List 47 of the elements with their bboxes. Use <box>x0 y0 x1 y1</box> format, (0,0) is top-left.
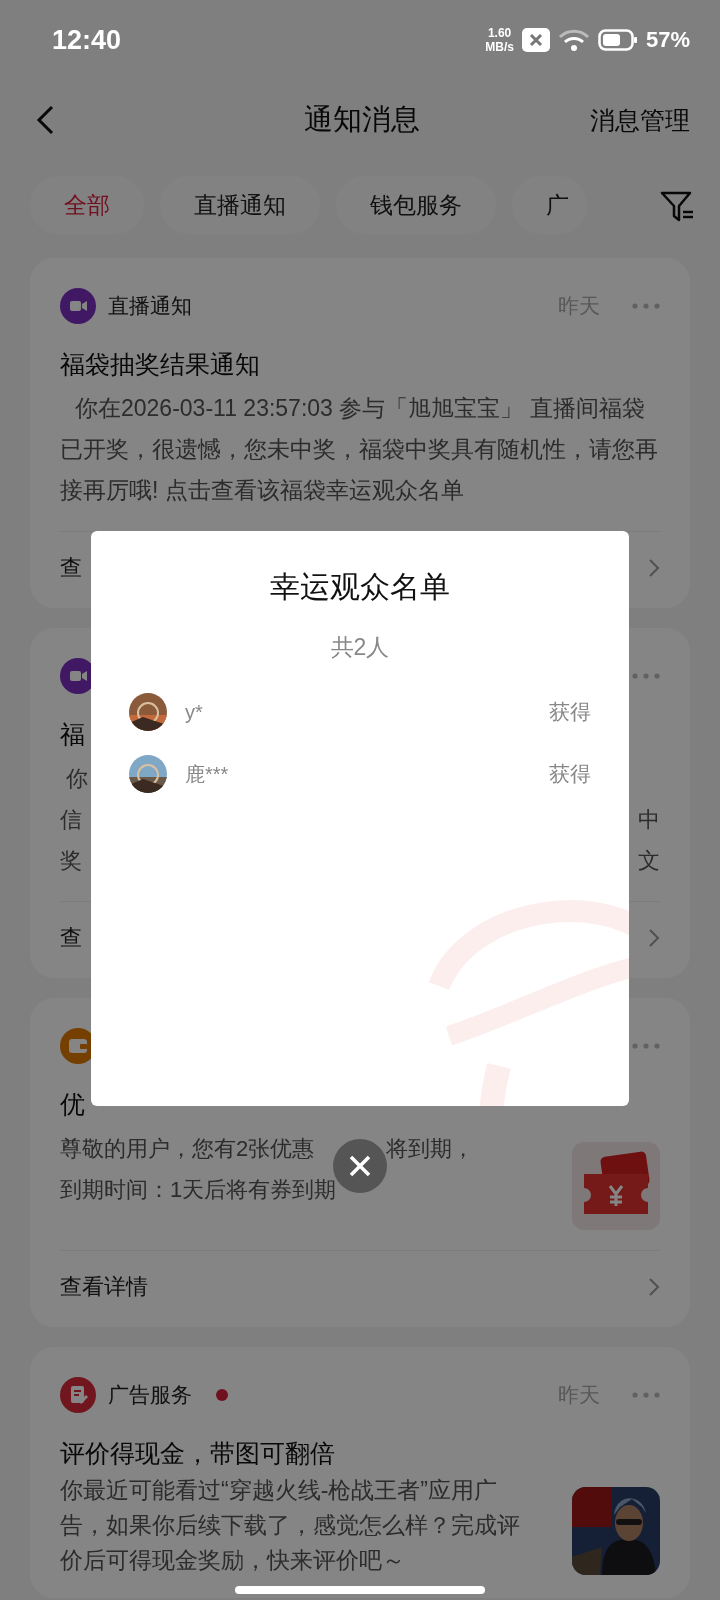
winner-count: 共2人 <box>329 633 391 662</box>
close-icon <box>521 28 550 52</box>
chevron-right-icon <box>648 1277 660 1297</box>
network-speed: 1.60 MB/s <box>485 26 514 54</box>
notification-title: 优 <box>60 1089 86 1120</box>
notification-title: 福 <box>60 719 86 750</box>
winner-name: 鹿*** <box>185 761 229 787</box>
wifi-icon <box>557 28 590 52</box>
video-camera-icon <box>60 288 96 324</box>
more-icon[interactable] <box>632 303 660 309</box>
page-title: 通知消息 <box>304 102 420 137</box>
message-settings-link[interactable]: 消息管理 <box>590 103 690 137</box>
notification-text: 文 <box>638 847 660 875</box>
notification-title: 评价得现金，带图可翻倍 <box>60 1438 336 1469</box>
notification-text: 你最近可能看过“穿越火线-枪战王者”应用广告，如果你后续下载了，感觉怎么样？完成评价后可得现金奖励，快来评价吧～ <box>60 1476 521 1575</box>
category-label: 广告服务 <box>108 1382 192 1408</box>
filter-icon[interactable] <box>660 190 694 224</box>
notification-text: 尊敬的用户，您有2张优惠 <box>60 1135 315 1163</box>
notification-text: 将到期， <box>386 1135 475 1163</box>
battery-icon <box>597 28 638 52</box>
home-indicator[interactable] <box>235 1586 485 1594</box>
details-link[interactable]: 查 <box>60 553 82 583</box>
more-icon[interactable] <box>632 1043 660 1049</box>
winner-name: y* <box>185 700 203 724</box>
category-label: 直播通知 <box>108 293 192 319</box>
notification-text: 中 <box>638 806 660 834</box>
dialog-title: 幸运观众名单 <box>269 569 451 605</box>
chevron-right-icon <box>648 928 660 948</box>
notification-text: 信 <box>60 806 82 834</box>
details-link[interactable]: 查看详情 <box>60 1272 148 1302</box>
clock: 12:40 <box>52 24 122 56</box>
battery-percent: 57% <box>645 27 690 53</box>
notification-text: 你在2026-03-11 23:57:03 参与「旭旭宝宝」 直播间福袋已开奖，很遗憾，您未中奖，福袋中奖具有随机性，请您再接再厉哦! 点击查看该福袋幸运观众名单 <box>60 394 659 505</box>
chevron-right-icon <box>648 558 660 578</box>
winner-status: 获得 <box>549 699 591 725</box>
more-icon[interactable] <box>632 673 660 679</box>
coupon-icon <box>572 1142 660 1230</box>
back-icon[interactable] <box>34 104 56 136</box>
notification-text: 你 <box>65 765 88 793</box>
notification-text: 到期时间：1天后将有券到期 <box>60 1176 337 1204</box>
close-icon <box>348 1154 372 1178</box>
details-link[interactable]: 查 <box>60 923 82 953</box>
more-icon[interactable] <box>632 1392 660 1398</box>
notification-text: 奖 <box>60 847 82 875</box>
winner-status: 获得 <box>549 761 591 787</box>
document-icon <box>60 1377 96 1413</box>
notification-title: 福袋抽奖结果通知 <box>60 349 261 380</box>
